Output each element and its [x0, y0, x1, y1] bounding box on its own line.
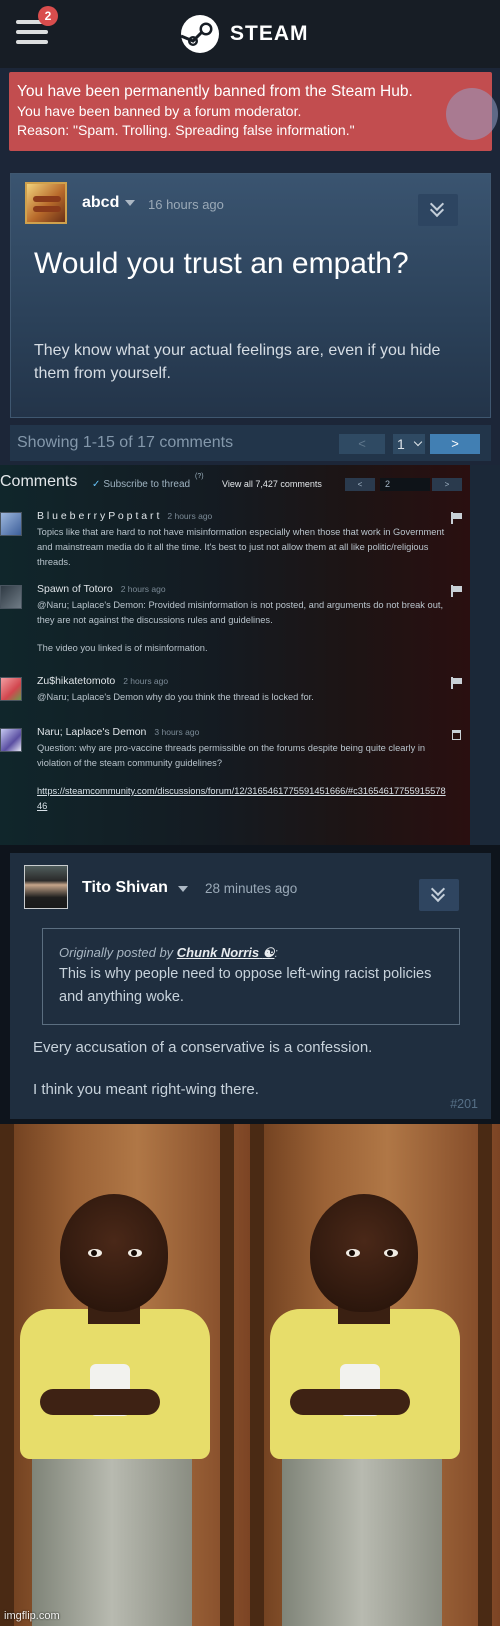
steam-mobile-panel: 2 STEAM You have been permanently banned… — [0, 0, 500, 465]
comment-text: Topics like that are hard to not have mi… — [37, 527, 445, 567]
comment-text-line: Question: why are pro-vaccine threads pe… — [37, 743, 426, 768]
comment-text: @Naru; Laplace's Demon: Provided misinfo… — [37, 598, 447, 656]
notification-badge[interactable]: 2 — [38, 6, 58, 26]
flag-icon[interactable] — [451, 512, 462, 524]
trash-icon[interactable] — [452, 730, 461, 740]
kid-eye — [384, 1249, 398, 1257]
comment-timestamp: 2 hours ago — [120, 584, 166, 594]
prev-page-button[interactable]: < — [339, 434, 385, 454]
meme-page: 2 STEAM You have been permanently banned… — [0, 0, 500, 1626]
reply-author[interactable]: Tito Shivan — [82, 879, 168, 897]
avatar[interactable] — [24, 865, 68, 909]
post-title: Would you trust an empath? — [34, 247, 409, 280]
caret-down-icon[interactable] — [178, 886, 188, 892]
comment-author[interactable]: B l u e b e r r y P o p t a r t 2 hours a… — [37, 510, 212, 522]
quote-author-link[interactable]: Chunk Norris ☯ — [177, 945, 275, 960]
reply-body: Every accusation of a conservative is a … — [33, 1037, 473, 1100]
post-options-button[interactable] — [418, 194, 458, 226]
avatar[interactable] — [25, 182, 67, 224]
kid-eye — [128, 1249, 142, 1257]
subscribe-checkbox[interactable]: Subscribe to thread — [92, 479, 190, 490]
reply-number[interactable]: #201 — [450, 1097, 478, 1111]
scroll-orb — [446, 88, 498, 140]
page-select[interactable]: 1 — [393, 434, 425, 454]
next-page-button[interactable]: > — [430, 434, 480, 454]
kid-head — [310, 1194, 418, 1312]
kid-head — [60, 1194, 168, 1312]
comment-text-line: @Naru; Laplace's Demon: Provided misinfo… — [37, 600, 444, 625]
watermark: imgflip.com — [4, 1610, 60, 1622]
comment-author[interactable]: Zu$hikatetomoto 2 hours ago — [37, 675, 168, 687]
flag-icon[interactable] — [451, 677, 462, 689]
caret-down-icon[interactable] — [125, 200, 135, 206]
comment-timestamp: 3 hours ago — [154, 727, 200, 737]
reply-timestamp: 28 minutes ago — [205, 881, 298, 896]
avatar[interactable] — [0, 585, 22, 609]
kid-shorts — [282, 1444, 442, 1626]
reaction-image: imgflip.com — [0, 1124, 500, 1626]
thread-next-button[interactable]: > — [432, 478, 462, 491]
comments-heading: Comments — [0, 473, 78, 490]
comment-timestamp: 2 hours ago — [167, 511, 213, 521]
wall-stripe — [250, 1124, 264, 1626]
post-author[interactable]: abcd — [82, 194, 119, 212]
avatar[interactable] — [0, 728, 22, 752]
reaction-frame-right — [250, 1124, 500, 1626]
ban-reason: Reason: "Spam. Trolling. Spreading false… — [17, 122, 355, 138]
ban-title: You have been permanently banned from th… — [17, 83, 413, 100]
thread-page-select[interactable]: 2 — [380, 478, 430, 491]
comment-link[interactable]: https://steamcommunity.com/discussions/f… — [37, 786, 446, 811]
reply-line: Every accusation of a conservative is a … — [33, 1039, 373, 1056]
kid-arm — [290, 1389, 410, 1415]
steam-brand[interactable]: STEAM — [230, 22, 309, 46]
view-all-link[interactable]: View all 7,427 comments — [222, 479, 322, 489]
post-body: They know what your actual feelings are,… — [34, 342, 441, 382]
page-select-value: 1 — [397, 436, 405, 452]
kid-shorts — [32, 1444, 192, 1626]
comment-pager: Showing 1-15 of 17 comments < 1 > — [10, 425, 491, 461]
ban-notice: You have been permanently banned from th… — [9, 72, 498, 151]
steam-logo-icon[interactable] — [180, 14, 220, 54]
top-bar: 2 STEAM — [0, 0, 500, 68]
quote-prefix: Originally posted by — [59, 945, 174, 960]
comment-text: @Naru; Laplace's Demon why do you think … — [37, 692, 314, 702]
thread-prev-button[interactable]: < — [345, 478, 375, 491]
comment-author[interactable]: Spawn of Totoro 2 hours ago — [37, 583, 166, 595]
quote-attribution: Originally posted by Chunk Norris ☯: — [59, 945, 444, 961]
wall-stripe — [220, 1124, 234, 1626]
kid-eye — [346, 1249, 360, 1257]
chevron-down-icon — [413, 437, 423, 447]
comment-author-name[interactable]: Zu$hikatetomoto — [37, 675, 115, 687]
comments-thread-panel: Comments Subscribe to thread (?) View al… — [0, 465, 470, 845]
quote-text: This is why people need to oppose left-w… — [59, 966, 432, 1005]
reaction-frame-left — [0, 1124, 250, 1626]
comment-author-name[interactable]: Spawn of Totoro — [37, 583, 113, 595]
comment-author-name[interactable]: B l u e b e r r y P o p t a r t — [37, 510, 159, 522]
avatar[interactable] — [0, 512, 22, 536]
kid-eye — [88, 1249, 102, 1257]
kid-arm — [40, 1389, 160, 1415]
wall-stripe — [0, 1124, 14, 1626]
comment-author[interactable]: Naru; Laplace's Demon 3 hours ago — [37, 726, 199, 738]
quote-suffix: : — [274, 945, 279, 960]
comment-text: Question: why are pro-vaccine threads pe… — [37, 741, 447, 814]
wall-stripe — [478, 1124, 492, 1626]
flag-icon[interactable] — [451, 585, 462, 597]
avatar[interactable] — [0, 677, 22, 701]
comment-author-name[interactable]: Naru; Laplace's Demon — [37, 726, 146, 738]
ban-subtitle: You have been banned by a forum moderato… — [17, 103, 302, 119]
comment-timestamp: 2 hours ago — [123, 676, 169, 686]
quote-author[interactable]: Chunk Norris — [177, 945, 259, 960]
help-link[interactable]: (?) — [195, 473, 204, 480]
quote-block: Originally posted by Chunk Norris ☯: Thi… — [42, 928, 460, 1025]
forum-post: abcd 16 hours ago Would you trust an emp… — [10, 173, 491, 418]
reply-line: I think you meant right-wing there. — [33, 1081, 259, 1098]
forum-reply: Tito Shivan 28 minutes ago Originally po… — [10, 853, 491, 1119]
comment-text-line: The video you linked is of misinformatio… — [37, 643, 208, 653]
comment-count: Showing 1-15 of 17 comments — [17, 434, 234, 451]
yin-yang-icon: ☯ — [262, 945, 275, 960]
reply-panel: Tito Shivan 28 minutes ago Originally po… — [0, 845, 500, 1124]
post-timestamp: 16 hours ago — [148, 197, 224, 212]
reply-options-button[interactable] — [419, 879, 459, 911]
